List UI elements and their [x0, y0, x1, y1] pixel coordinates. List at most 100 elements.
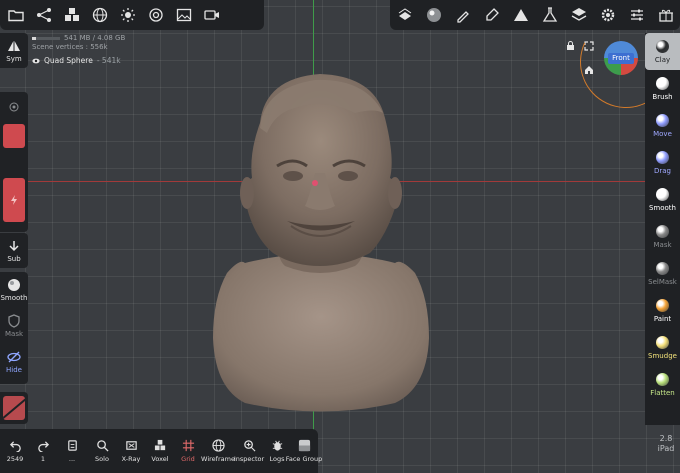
tool-move[interactable]: Move [645, 107, 680, 144]
brush-tool-icon [656, 76, 669, 90]
color-swatch[interactable] [3, 396, 25, 420]
symmetry-label: Sym [6, 54, 22, 63]
wireframe-button[interactable]: Wireframe [201, 429, 235, 473]
tool-flatten[interactable]: Flatten [645, 366, 680, 403]
tool-label: Move [653, 129, 672, 138]
tool-mask[interactable]: Mask [645, 218, 680, 255]
layers-stack-icon[interactable] [391, 1, 419, 29]
eye-slash-icon [7, 351, 21, 363]
nav-cube-face[interactable]: Front [608, 53, 634, 64]
image-icon[interactable] [170, 1, 198, 29]
mask-label: Mask [4, 330, 24, 338]
menu-label: ... [68, 455, 76, 463]
brush-icon[interactable] [449, 1, 477, 29]
sphere-grid-icon[interactable] [86, 1, 114, 29]
tool-label: Brush [652, 92, 673, 101]
left-slider-panel [0, 92, 28, 232]
layers-icon[interactable] [565, 1, 593, 29]
hide-label: Hide [6, 366, 22, 374]
tool-clay[interactable]: Clay [645, 33, 680, 70]
version-device: iPad [657, 444, 675, 453]
xray-label: X-Ray [121, 455, 141, 463]
tool-selmask[interactable]: SelMask [645, 255, 680, 292]
logs-label: Logs [269, 455, 285, 463]
voxel-icon [154, 439, 165, 451]
menu-button[interactable]: ... [56, 429, 88, 473]
sun-icon[interactable] [114, 1, 142, 29]
material-ball-icon[interactable] [420, 1, 448, 29]
tool-label: SelMask [648, 277, 677, 286]
arrow-down-icon [9, 240, 19, 251]
lock-icon[interactable] [566, 41, 575, 54]
color-swatch-panel [0, 392, 28, 424]
voxel-button[interactable]: Voxel [146, 429, 174, 473]
radius-slider[interactable] [3, 124, 25, 148]
tool-label: Smooth [648, 203, 676, 212]
pen-icon[interactable] [478, 1, 506, 29]
target-icon[interactable] [142, 1, 170, 29]
left-toolbar-sub: Sub [0, 233, 28, 268]
left-toolbar-top: Sym [0, 33, 28, 68]
undo-button[interactable]: 2549 [0, 429, 30, 473]
tool-drag[interactable]: Drag [645, 144, 680, 181]
intensity-slider[interactable] [3, 178, 25, 222]
mask-button[interactable]: Mask [0, 308, 28, 344]
left-toolbar-modes: Smooth Mask Hide [0, 272, 28, 384]
xray-button[interactable]: X-Ray [116, 429, 146, 473]
face-group-label: Face Group [285, 455, 323, 463]
smudge-tool-icon [656, 335, 669, 349]
triangle-icon[interactable] [507, 1, 535, 29]
bug-icon [272, 440, 282, 451]
selmask-tool-icon [656, 261, 669, 275]
shield-icon [8, 314, 20, 328]
smooth-ball-icon [8, 279, 20, 291]
tool-smooth[interactable]: Smooth [645, 181, 680, 218]
magnifier-icon [96, 440, 109, 452]
version-number: 2.8 [659, 434, 673, 443]
redo-button[interactable]: 1 [30, 429, 56, 473]
tool-brush[interactable]: Brush [645, 70, 680, 107]
wireframe-label: Wireframe [201, 455, 235, 463]
sub-button[interactable]: Sub [0, 233, 28, 268]
solo-button[interactable]: Solo [88, 429, 116, 473]
smooth-label: Smooth [0, 294, 28, 302]
face-group-button[interactable]: Face Group [286, 429, 322, 473]
memory-bar [32, 36, 60, 40]
flask-icon[interactable] [536, 1, 564, 29]
folder-icon[interactable] [2, 1, 30, 29]
symmetry-button[interactable]: Sym [0, 33, 28, 68]
tool-label: Drag [653, 166, 671, 175]
tool-label: Paint [653, 314, 672, 323]
tool-label: Clay [654, 55, 671, 64]
hide-button[interactable]: Hide [0, 344, 28, 380]
smooth-button[interactable]: Smooth [0, 272, 28, 308]
memory-usage: 541 MB / 4.08 GB [64, 34, 126, 42]
eye-icon[interactable] [32, 57, 40, 65]
share-graph-icon[interactable] [30, 1, 58, 29]
solo-label: Solo [95, 455, 109, 463]
lightning-icon [11, 195, 17, 205]
inspector-label: Inspector [233, 455, 265, 463]
video-icon[interactable] [198, 1, 226, 29]
gift-icon[interactable] [652, 1, 680, 29]
undo-count: 2549 [6, 455, 24, 463]
sculpt-mesh[interactable] [205, 68, 435, 413]
viewport[interactable] [0, 0, 680, 473]
inspector-button[interactable]: Inspector [234, 429, 264, 473]
symmetry-icon [8, 39, 20, 51]
inspector-icon [243, 440, 255, 452]
tool-smudge[interactable]: Smudge [645, 329, 680, 366]
tool-label: Flatten [650, 388, 675, 397]
logs-button[interactable]: Logs [264, 429, 290, 473]
pressure-toggle[interactable] [0, 92, 28, 122]
cubes-icon[interactable] [58, 1, 86, 29]
grid-button[interactable]: Grid [174, 429, 202, 473]
mesh-list-item[interactable]: Quad Sphere - 541k [32, 56, 121, 65]
wireframe-sphere-icon [211, 439, 225, 452]
tool-paint[interactable]: Paint [645, 292, 680, 329]
tool-label: Mask [653, 240, 672, 249]
smooth-tool-icon [656, 187, 669, 201]
drag-tool-icon [656, 150, 669, 164]
top-toolbar-left [0, 0, 264, 30]
grid-label: Grid [181, 455, 195, 463]
